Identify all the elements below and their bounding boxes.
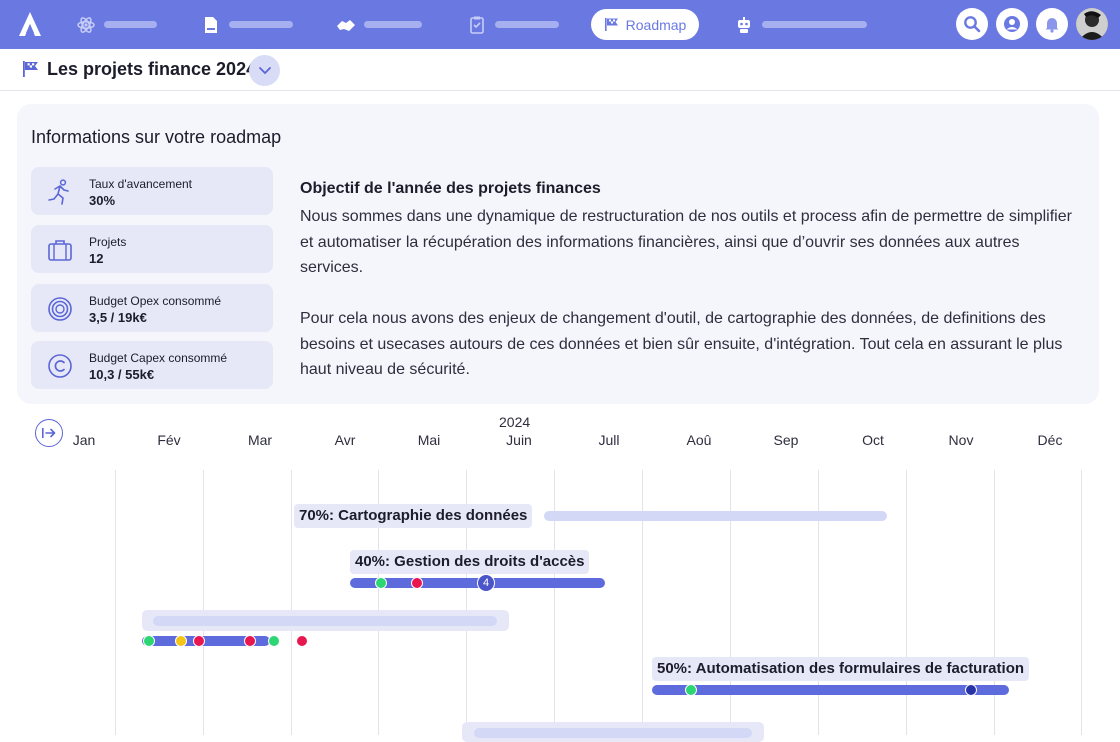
month-label: Fév <box>157 432 181 448</box>
month-label: Nov <box>948 432 974 448</box>
bell-icon <box>1045 18 1059 33</box>
timeline-gridline <box>1081 470 1082 735</box>
month-label: Déc <box>1037 432 1063 448</box>
nav-roadmap-label: Roadmap <box>625 16 687 33</box>
timeline-gridline <box>994 470 995 735</box>
project-label[interactable]: 70%: Cartographie des données <box>294 504 533 528</box>
roadmap-selector-button[interactable] <box>249 55 280 86</box>
profile-button[interactable] <box>996 8 1028 40</box>
timeline-gridline <box>554 470 555 735</box>
user-icon <box>1004 16 1020 32</box>
month-label: Jan <box>72 432 96 448</box>
briefcase-icon <box>48 240 72 261</box>
flag-icon <box>23 61 38 77</box>
timeline-gridline <box>115 470 116 735</box>
timeline-gridline <box>730 470 731 735</box>
stat-card-opex: Budget Opex consommé 3,5 / 19k€ <box>31 284 273 332</box>
timeline-gridline <box>291 470 292 735</box>
info-panel-title: Informations sur votre roadmap <box>31 127 282 147</box>
objective-description: Nous sommes dans une dynamique de restru… <box>300 204 1080 383</box>
month-label: Juin <box>506 432 532 448</box>
stat-card-capex: Budget Capex consommé 10,3 / 55k€ <box>31 341 273 389</box>
flag-icon <box>604 18 618 31</box>
stat-label: Budget Opex consommé <box>89 294 222 308</box>
copyright-icon <box>48 354 72 378</box>
project-bar[interactable] <box>652 685 1009 695</box>
milestone-dot[interactable] <box>193 635 205 647</box>
nav-label-placeholder <box>495 21 559 28</box>
notifications-button[interactable] <box>1036 8 1068 40</box>
nav-roadmap-tab[interactable]: Roadmap <box>591 9 699 40</box>
project-label[interactable]: 40%: Gestion des droits d'accès <box>350 550 590 574</box>
project-bar[interactable] <box>544 511 887 521</box>
milestone-count-badge[interactable]: 4 <box>477 574 495 592</box>
milestone-dot[interactable] <box>685 684 697 696</box>
project-label[interactable]: 50%: Automatisation des formulaires de f… <box>652 657 1030 681</box>
atom-icon <box>76 15 96 35</box>
objective-title: Objectif de l'année des projets finances <box>300 180 601 197</box>
app-logo-icon[interactable] <box>18 11 42 37</box>
robot-icon <box>734 15 754 35</box>
stat-value: 3,5 / 19k€ <box>89 310 147 325</box>
search-icon <box>964 16 981 33</box>
milestone-dot[interactable] <box>296 635 308 647</box>
month-label: Jull <box>598 432 620 448</box>
month-label: Avr <box>334 432 356 448</box>
timeline-gridline <box>906 470 907 735</box>
running-icon <box>48 179 69 205</box>
search-button[interactable] <box>956 8 988 40</box>
nav-label-placeholder <box>762 21 867 28</box>
nav-item-4[interactable] <box>467 0 559 49</box>
month-label: Sep <box>773 432 799 448</box>
document-icon <box>201 15 221 35</box>
timeline-year: 2024 <box>499 414 531 430</box>
nav-item-5[interactable] <box>734 0 867 49</box>
month-label: Oct <box>862 432 884 448</box>
milestone-dot[interactable] <box>411 577 423 589</box>
milestone-dot[interactable] <box>375 577 387 589</box>
milestone-dot[interactable] <box>143 635 155 647</box>
avatar-photo-icon <box>1076 8 1108 40</box>
stat-card-projects: Projets 12 <box>31 225 273 273</box>
project-label-placeholder <box>153 616 497 626</box>
page-title: Les projets finance 2024 <box>47 59 257 79</box>
stat-value: 10,3 / 55k€ <box>89 367 155 382</box>
nav-item-2[interactable] <box>201 0 293 49</box>
month-label: Aoû <box>686 432 712 448</box>
stat-label: Taux d'avancement <box>89 177 193 191</box>
stat-label: Projets <box>89 235 127 249</box>
nav-item-3[interactable] <box>336 0 422 49</box>
expand-timeline-button[interactable] <box>35 419 63 447</box>
nav-label-placeholder <box>104 21 157 28</box>
timeline-gridline <box>642 470 643 735</box>
milestone-dot[interactable] <box>965 684 977 696</box>
clipboard-icon <box>467 15 487 35</box>
chevron-down-icon <box>258 67 271 75</box>
milestone-dot[interactable] <box>244 635 256 647</box>
nav-label-placeholder <box>364 21 422 28</box>
stat-value: 30% <box>89 193 116 208</box>
stat-card-progress: Taux d'avancement 30% <box>31 167 273 215</box>
handshake-icon <box>336 15 356 35</box>
milestone-dot[interactable] <box>268 635 280 647</box>
month-label: Mai <box>417 432 441 448</box>
arrow-right-to-bar-icon <box>42 428 56 438</box>
nav-item-1[interactable] <box>76 0 157 49</box>
timeline-gridline <box>203 470 204 735</box>
milestone-dot[interactable] <box>175 635 187 647</box>
objective-paragraph: Pour cela nous avons des enjeux de chang… <box>300 310 1063 378</box>
top-navbar: Roadmap <box>0 0 1120 49</box>
stat-value: 12 <box>89 251 104 266</box>
timeline-gridline <box>818 470 819 735</box>
coin-icon <box>48 297 72 321</box>
month-label: Mar <box>247 432 273 448</box>
nav-label-placeholder <box>229 21 293 28</box>
user-avatar[interactable] <box>1076 8 1108 40</box>
stat-label: Budget Capex consommé <box>89 351 228 365</box>
objective-paragraph: Nous sommes dans une dynamique de restru… <box>300 208 1072 276</box>
project-label-placeholder <box>474 728 752 738</box>
